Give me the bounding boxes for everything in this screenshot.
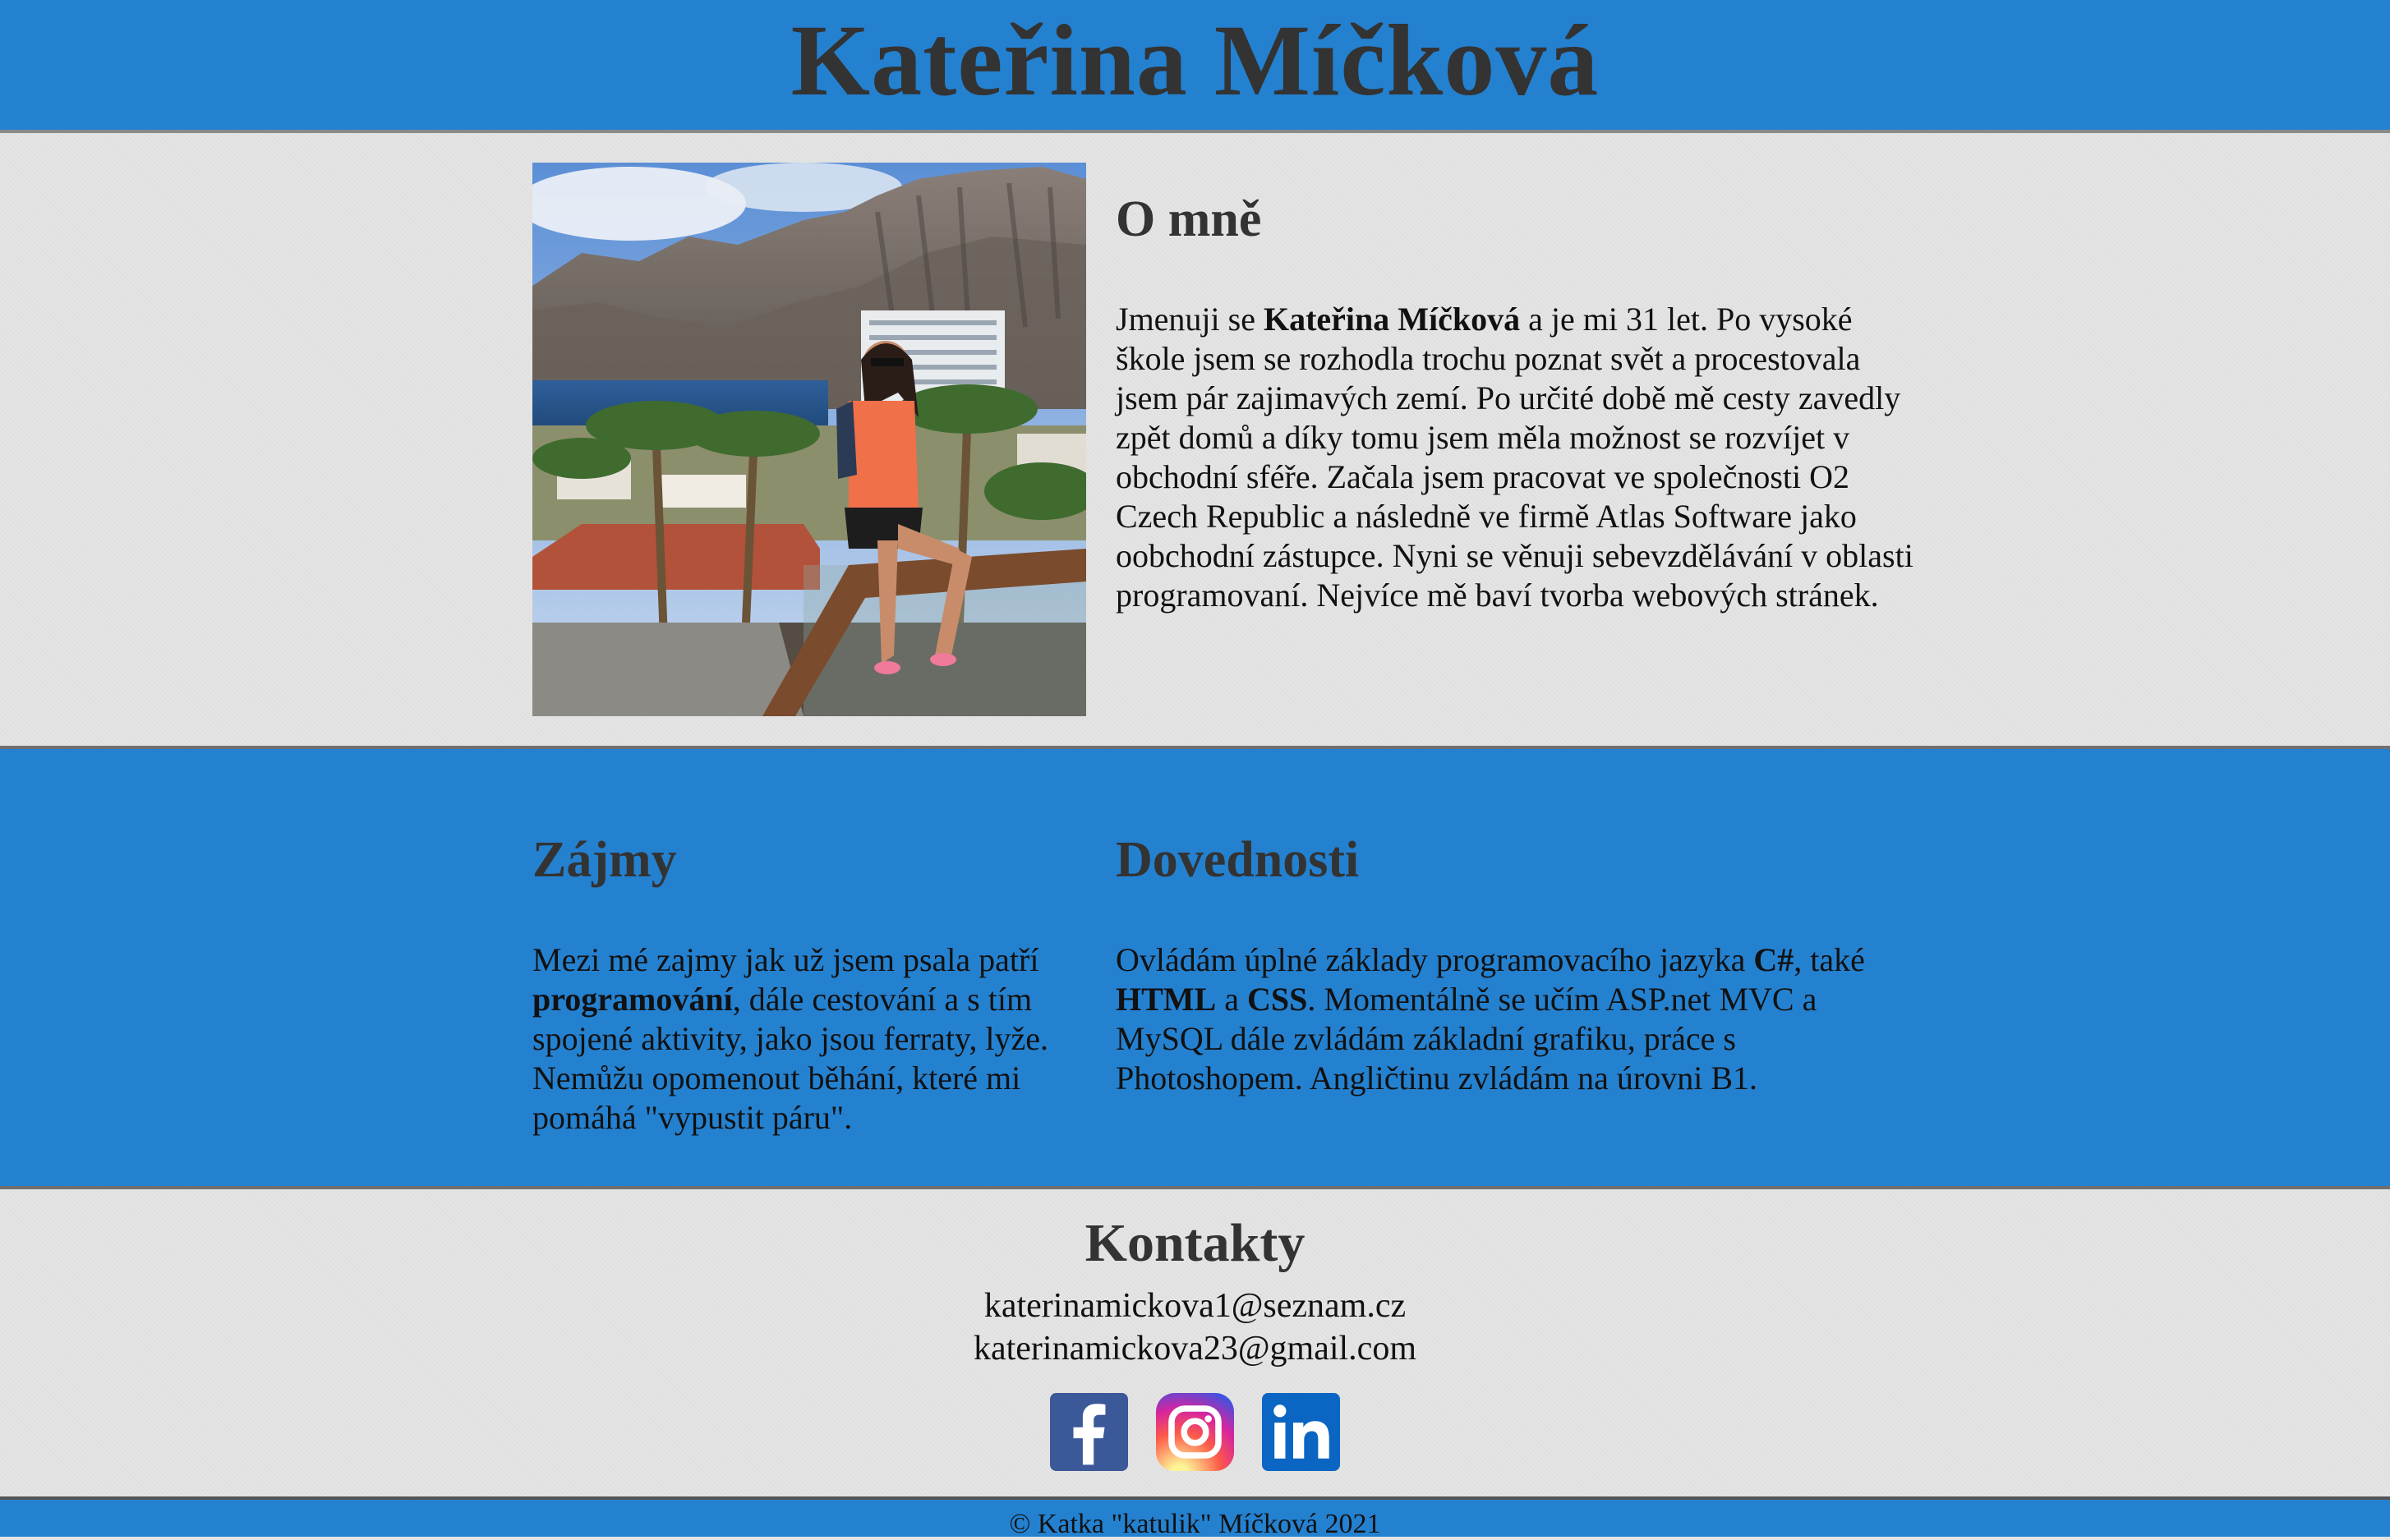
site-header: Kateřina Míčková — [0, 0, 2390, 133]
skills-text-2: , také — [1794, 941, 1865, 978]
interests-bold: programování — [532, 981, 733, 1018]
interests-skills-section: Zájmy Mezi mé zajmy jak už jsem psala pa… — [0, 749, 2390, 1189]
skills-block: Dovednosti Ovládám úplné základy program… — [1116, 831, 1921, 1098]
profile-photo — [532, 163, 1086, 716]
interests-text-before: Mezi mé zajmy jak už jsem psala patří — [532, 941, 1039, 978]
contacts-section: Kontakty katerinamickova1@seznam.cz kate… — [0, 1189, 2390, 1500]
skills-text-3: a — [1216, 981, 1247, 1018]
copyright-text: © Katka "katulik" Míčková 2021 — [1009, 1509, 1381, 1537]
skills-text-1: Ovládám úplné základy programovacího jaz… — [1116, 941, 1754, 978]
skills-paragraph: Ovládám úplné základy programovacího jaz… — [1116, 940, 1921, 1098]
skills-heading: Dovednosti — [1116, 832, 1360, 888]
linkedin-icon[interactable] — [1262, 1393, 1340, 1471]
skills-bold-csharp: C# — [1753, 941, 1794, 978]
about-paragraph: Jmenuji se Kateřina Míčková a je mi 31 l… — [1116, 300, 1921, 615]
about-heading: O mně — [1116, 191, 1262, 247]
site-footer: © Katka "katulik" Míčková 2021 — [0, 1500, 2390, 1537]
skills-bold-css: CSS — [1247, 981, 1308, 1018]
facebook-icon[interactable] — [1050, 1393, 1128, 1471]
interests-heading: Zájmy — [532, 832, 677, 888]
interests-paragraph: Mezi mé zajmy jak už jsem psala patří pr… — [532, 940, 1083, 1138]
about-section: O mně Jmenuji se Kateřina Míčková a je m… — [0, 133, 2390, 749]
instagram-icon[interactable] — [1156, 1393, 1234, 1471]
skills-bold-html: HTML — [1116, 981, 1217, 1018]
email-gmail[interactable]: katerinamickova23@gmail.com — [0, 1327, 2390, 1370]
email-seznam[interactable]: katerinamickova1@seznam.cz — [0, 1285, 2390, 1327]
social-links — [0, 1393, 2390, 1471]
about-text-block: O mně Jmenuji se Kateřina Míčková a je m… — [1116, 182, 1921, 615]
interests-block: Zájmy Mezi mé zajmy jak už jsem psala pa… — [532, 831, 1083, 1138]
about-text-after: a je mi 31 let. Po vysoké škole jsem se … — [1116, 301, 1913, 614]
page-title: Kateřina Míčková — [790, 4, 1600, 117]
about-text-before: Jmenuji se — [1116, 301, 1264, 338]
about-name-bold: Kateřina Míčková — [1263, 301, 1521, 338]
contacts-heading: Kontakty — [1084, 1213, 1306, 1273]
